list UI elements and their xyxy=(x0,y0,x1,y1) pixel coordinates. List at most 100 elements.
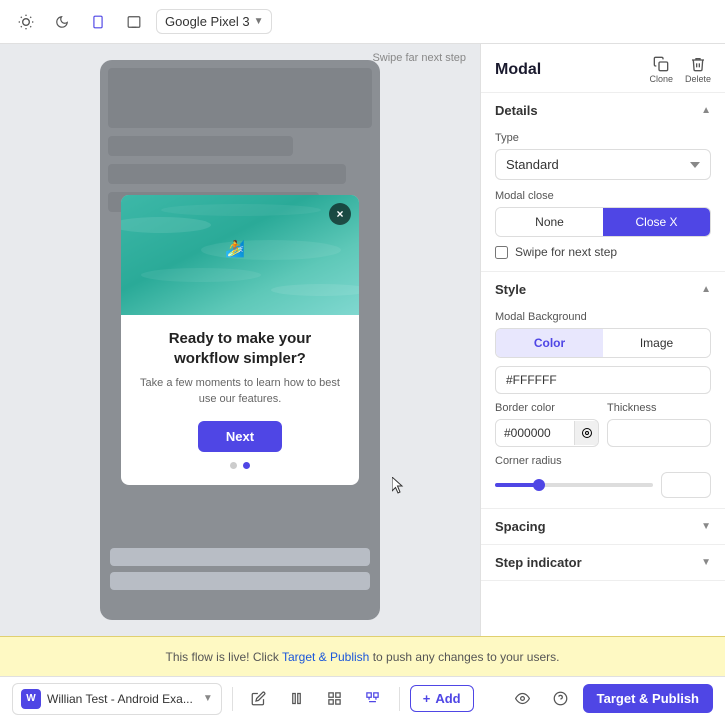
bg-color-input-row[interactable]: #FFFFFF xyxy=(495,366,711,394)
phone-mockup: 🏄 × Ready to make your workflow simpler?… xyxy=(100,60,380,620)
bg-label: Modal Background xyxy=(495,311,711,323)
step-indicator-chevron-icon: ▼ xyxy=(701,557,711,568)
publish-button[interactable]: Target & Publish xyxy=(583,684,713,713)
spacing-chevron-icon: ▼ xyxy=(701,521,711,532)
clone-action[interactable]: Clone xyxy=(649,56,673,84)
type-select[interactable]: Standard Fullscreen Sidebar xyxy=(495,149,711,180)
swipe-checkbox-label: Swipe for next step xyxy=(515,245,617,259)
bg-image-btn[interactable]: Image xyxy=(603,329,710,357)
below-modal-area xyxy=(110,548,370,590)
workspace-selector[interactable]: W Willian Test - Android Exa... ▼ xyxy=(12,683,222,715)
spacing-label: Spacing xyxy=(495,519,546,534)
thickness-input[interactable]: 0 xyxy=(607,419,711,447)
separator-1 xyxy=(232,687,233,711)
slider-thumb xyxy=(533,479,545,491)
edit-icon-btn[interactable] xyxy=(243,683,275,715)
notification-text: This flow is live! Click Target & Publis… xyxy=(166,650,560,664)
add-icon: + xyxy=(423,691,431,706)
flow-icon-btn[interactable] xyxy=(357,683,389,715)
bg-color-btn[interactable]: Color xyxy=(496,329,603,357)
details-section: Details ▲ Type Standard Fullscreen Sideb… xyxy=(481,93,725,272)
clone-icon xyxy=(653,56,669,72)
details-label: Details xyxy=(495,103,538,118)
help-icon-btn[interactable] xyxy=(545,683,577,715)
modal-body: Ready to make your workflow simpler? Tak… xyxy=(121,315,359,485)
modal-overlay: 🏄 × Ready to make your workflow simpler?… xyxy=(100,60,380,620)
canvas-area: Swipe far next step xyxy=(0,44,480,636)
panel-title: Modal xyxy=(495,61,541,79)
bg-color-value: #FFFFFF xyxy=(506,373,557,387)
pause-icon-btn[interactable] xyxy=(281,683,313,715)
moon-icon-btn[interactable] xyxy=(48,8,76,36)
device-selector[interactable]: Google Pixel 3 ▼ xyxy=(156,9,272,34)
add-label: Add xyxy=(435,691,460,706)
corner-radius-row: Corner radius 8 xyxy=(495,455,711,498)
delete-label: Delete xyxy=(685,74,711,84)
step-indicator-label: Step indicator xyxy=(495,555,582,570)
modal-next-button[interactable]: Next xyxy=(198,421,282,452)
delete-icon xyxy=(690,56,706,72)
style-section-header[interactable]: Style ▲ xyxy=(481,272,725,307)
right-panel: Modal Clone Delete Details xyxy=(480,44,725,636)
separator-2 xyxy=(399,687,400,711)
spacing-section[interactable]: Spacing ▼ xyxy=(481,509,725,545)
border-color-col: Border color xyxy=(495,402,599,447)
modal-title: Ready to make your workflow simpler? xyxy=(137,329,343,368)
style-label: Style xyxy=(495,282,526,297)
modal-image: 🏄 × xyxy=(121,195,359,315)
dot-2 xyxy=(243,462,250,469)
details-section-header[interactable]: Details ▲ xyxy=(481,93,725,128)
preview-icon-btn[interactable] xyxy=(507,683,539,715)
modal-close-btn-group: None Close X xyxy=(495,207,711,237)
corner-radius-label: Corner radius xyxy=(495,455,711,467)
device-name: Google Pixel 3 xyxy=(165,14,250,29)
radius-slider[interactable] xyxy=(495,483,653,487)
bg-block-6 xyxy=(110,572,370,590)
target-publish-link[interactable]: Target & Publish xyxy=(282,650,369,664)
swipe-checkbox[interactable] xyxy=(495,246,508,259)
footer-toolbar: W Willian Test - Android Exa... ▼ + Add xyxy=(0,676,725,720)
modal-card: 🏄 × Ready to make your workflow simpler?… xyxy=(121,195,359,485)
grid-icon-btn[interactable] xyxy=(319,683,351,715)
style-section-body: Modal Background Color Image #FFFFFF Bor… xyxy=(481,307,725,508)
radius-slider-row: 8 xyxy=(495,472,711,498)
mobile-icon-btn[interactable] xyxy=(84,8,112,36)
modal-dots xyxy=(137,462,343,473)
modal-close-label: Modal close xyxy=(495,190,711,202)
details-section-body: Type Standard Fullscreen Sidebar Modal c… xyxy=(481,128,725,271)
bottom-notification-bar: This flow is live! Click Target & Publis… xyxy=(0,636,725,676)
step-indicator-section[interactable]: Step indicator ▼ xyxy=(481,545,725,581)
close-x-btn[interactable]: Close X xyxy=(603,208,710,236)
type-label: Type xyxy=(495,132,711,144)
workspace-chevron-icon: ▼ xyxy=(203,693,213,704)
swipe-checkbox-row: Swipe for next step xyxy=(495,245,711,259)
border-color-label: Border color xyxy=(495,402,599,414)
clone-label: Clone xyxy=(649,74,673,84)
device-chevron-icon: ▼ xyxy=(254,16,264,27)
color-picker-icon[interactable] xyxy=(574,421,598,445)
dot-1 xyxy=(230,462,237,469)
swipe-label: Swipe far next step xyxy=(372,52,466,64)
corner-radius-input[interactable]: 8 xyxy=(661,472,711,498)
panel-header-actions: Clone Delete xyxy=(649,56,711,84)
close-none-btn[interactable]: None xyxy=(496,208,603,236)
thickness-label: Thickness xyxy=(607,402,711,414)
modal-close-button[interactable]: × xyxy=(329,203,351,225)
surfer-figure: 🏄 xyxy=(225,239,245,259)
thickness-col: Thickness 0 xyxy=(607,402,711,447)
add-button[interactable]: + Add xyxy=(410,685,474,712)
border-thickness-row: Border color Thickness 0 xyxy=(495,402,711,447)
workspace-avatar: W xyxy=(21,689,41,709)
cursor xyxy=(392,477,406,497)
workspace-name: Willian Test - Android Exa... xyxy=(47,692,193,706)
border-color-field[interactable] xyxy=(496,420,574,446)
modal-description: Take a few moments to learn how to best … xyxy=(137,376,343,407)
sun-icon-btn[interactable] xyxy=(12,8,40,36)
top-toolbar: Google Pixel 3 ▼ xyxy=(0,0,725,44)
details-chevron-icon: ▲ xyxy=(701,105,711,116)
main-area: Swipe far next step xyxy=(0,44,725,636)
delete-action[interactable]: Delete xyxy=(685,56,711,84)
tablet-icon-btn[interactable] xyxy=(120,8,148,36)
panel-header: Modal Clone Delete xyxy=(481,44,725,93)
bg-btn-group: Color Image xyxy=(495,328,711,358)
